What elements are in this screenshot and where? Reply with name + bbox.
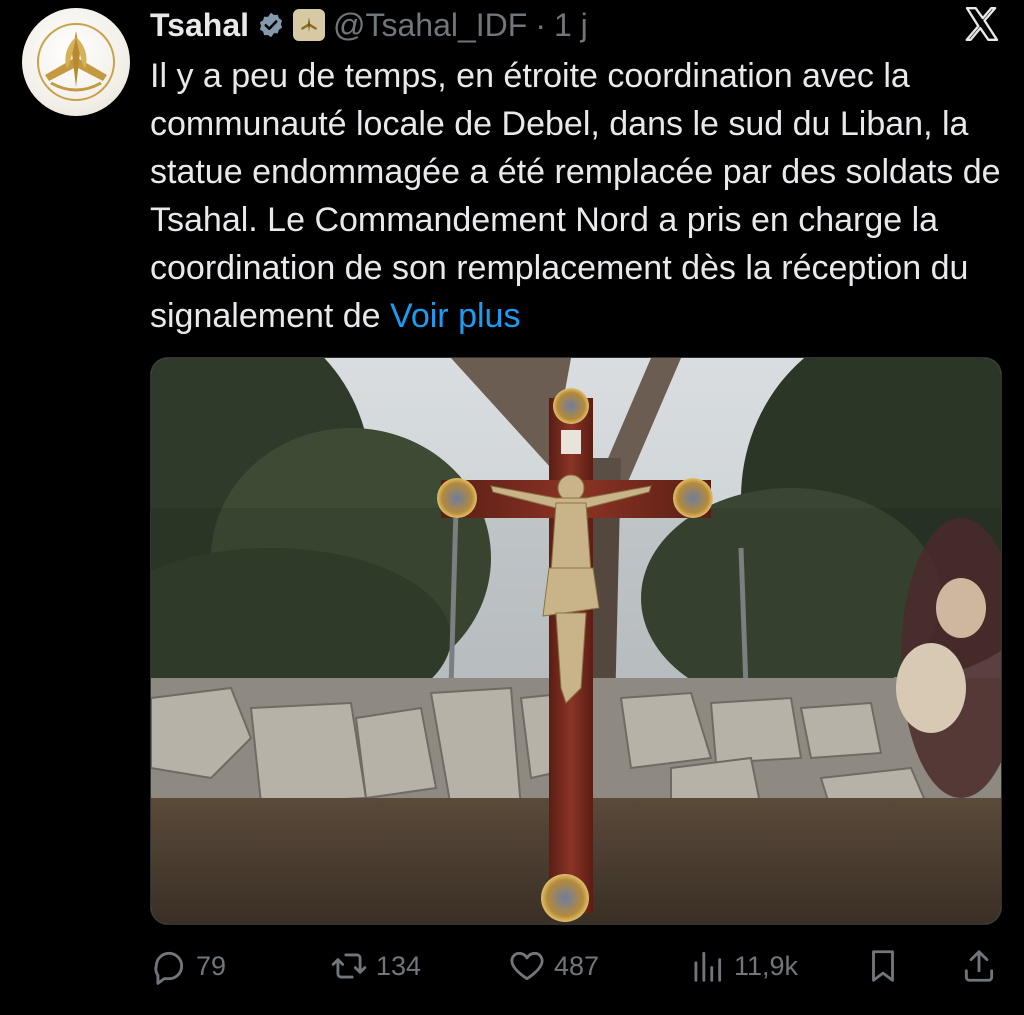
crucifix-photo (151, 358, 1001, 924)
tweet-card[interactable]: Tsahal @Tsahal_IDF · 1 j Il y a peu de t… (0, 0, 1024, 1015)
affiliation-badge-icon (293, 9, 325, 41)
reply-icon (154, 951, 184, 985)
avatar[interactable] (22, 8, 130, 116)
views-chart-icon (694, 951, 722, 982)
repost-button[interactable]: 134 (330, 940, 421, 992)
reply-button[interactable]: 79 (150, 940, 226, 992)
tweet-photo[interactable] (150, 357, 1002, 925)
views-button[interactable]: 11,9k (688, 940, 798, 992)
share-icon (964, 950, 994, 982)
verified-badge-icon (257, 11, 285, 39)
tweet-header: Tsahal @Tsahal_IDF · 1 j (150, 4, 588, 46)
x-logo-icon (962, 4, 1002, 44)
repost-icon (331, 953, 367, 979)
post-time[interactable]: 1 j (554, 7, 588, 44)
see-more-link[interactable]: Voir plus (390, 297, 520, 335)
share-button[interactable] (960, 940, 998, 992)
idf-emblem-icon (37, 23, 115, 101)
views-count: 11,9k (734, 950, 799, 981)
bookmark-icon (872, 950, 894, 982)
tweet-body: Il y a peu de temps, en étroite coordina… (150, 57, 1001, 335)
tweet-text: Il y a peu de temps, en étroite coordina… (150, 52, 1005, 340)
separator-dot: · (535, 6, 546, 43)
heart-icon (510, 951, 544, 981)
author-name[interactable]: Tsahal (150, 7, 249, 44)
repost-count: 134 (376, 950, 422, 981)
bookmark-button[interactable] (864, 940, 902, 992)
author-handle[interactable]: @Tsahal_IDF (333, 7, 527, 44)
action-bar: 79 134 487 11,9k (150, 940, 1005, 992)
reply-count: 79 (196, 950, 227, 981)
like-button[interactable]: 487 (508, 940, 599, 992)
like-count: 487 (554, 950, 600, 981)
